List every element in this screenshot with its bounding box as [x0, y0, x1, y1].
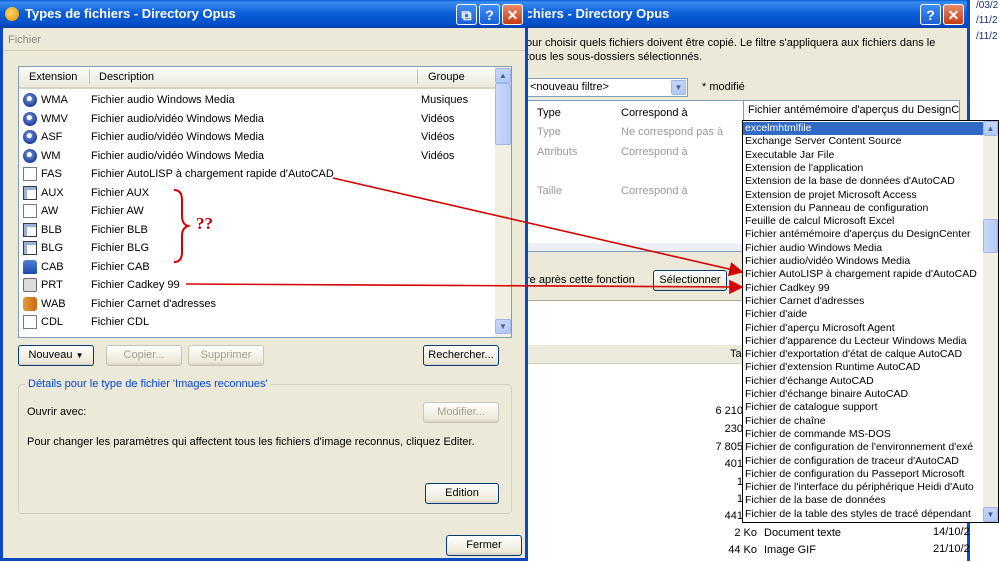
arrow-cadkey: [185, 279, 744, 295]
annotation-overlay: [173, 177, 744, 295]
brace-annotation: [173, 189, 192, 263]
question-annotation: ??: [196, 214, 213, 233]
arrow-autolisp: [332, 177, 744, 277]
